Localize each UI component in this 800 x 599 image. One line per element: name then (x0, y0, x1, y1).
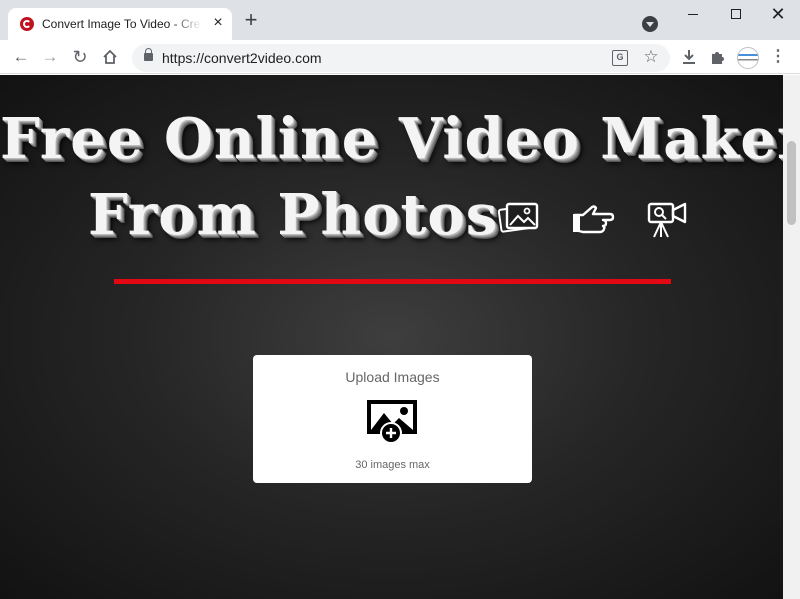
lock-icon[interactable] (144, 48, 153, 61)
translate-icon[interactable]: G (612, 50, 628, 66)
tab-close-icon[interactable]: × (210, 15, 226, 31)
more-menu-icon[interactable]: ⋮ (766, 45, 790, 69)
bookmark-star-icon[interactable]: ☆ (641, 47, 661, 67)
maximize-icon[interactable] (731, 9, 741, 19)
browser-toolbar: ← → ↻ https://convert2video.com G ☆ ⋮ (0, 40, 800, 74)
upload-title: Upload Images (345, 369, 440, 385)
profile-avatar[interactable] (737, 47, 759, 69)
pointer-hand-icon (571, 201, 615, 240)
vertical-scrollbar[interactable] (783, 75, 800, 599)
add-image-icon (366, 399, 418, 450)
browser-titlebar: Convert Image To Video - Create Video Fr… (0, 0, 800, 40)
close-window-icon[interactable]: ✕ (770, 4, 786, 24)
photos-icon (497, 201, 540, 240)
video-camera-icon (645, 201, 689, 244)
new-tab-icon[interactable]: + (241, 9, 261, 31)
download-icon[interactable] (677, 45, 701, 69)
forward-icon[interactable]: → (38, 45, 62, 69)
upload-limit-text: 30 images max (355, 459, 430, 471)
extensions-puzzle-icon[interactable] (706, 45, 730, 69)
back-icon[interactable]: ← (9, 45, 33, 69)
hero-title-line2: From Photos (88, 182, 499, 248)
upload-images-button[interactable]: Upload Images 30 images max (253, 355, 532, 483)
minimize-icon[interactable] (688, 14, 698, 15)
convert2video-logo-icon (20, 17, 34, 31)
url-text[interactable]: https://convert2video.com (162, 50, 322, 66)
scrollbar-thumb[interactable] (787, 141, 796, 225)
tab-search-icon[interactable] (642, 16, 658, 32)
page-viewport: Free Online Video Maker From Photos Uplo… (0, 75, 783, 599)
hero-title-line1: Free Online Video Maker (0, 106, 783, 172)
reload-icon[interactable]: ↻ (68, 45, 92, 69)
tab-title: Convert Image To Video - Create Video Fr… (42, 17, 202, 31)
address-bar[interactable]: https://convert2video.com G ☆ (132, 44, 670, 72)
browser-tab[interactable]: Convert Image To Video - Create Video Fr… (8, 8, 232, 40)
red-divider (114, 279, 671, 284)
home-icon[interactable] (98, 45, 122, 69)
